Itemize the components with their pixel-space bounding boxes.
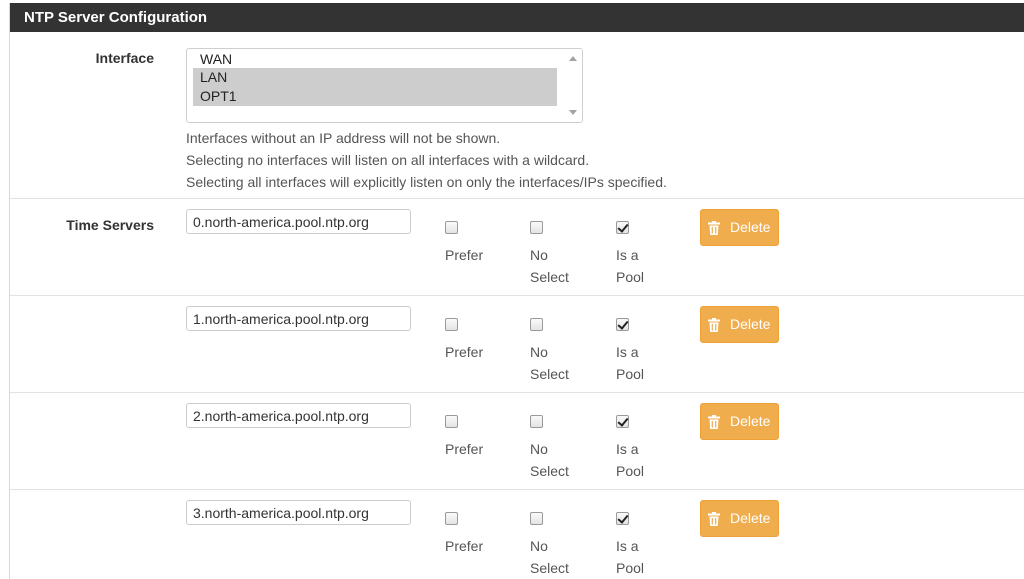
is-pool-checkbox[interactable] [616, 221, 629, 234]
is-pool-label-line2: Pool [616, 463, 645, 479]
time-server-row: Prefer No Select Is a Pool Delete [10, 393, 1024, 490]
trash-icon [708, 415, 720, 429]
prefer-checkbox[interactable] [445, 221, 458, 234]
is-pool-label-line2: Pool [616, 366, 645, 382]
is-pool-label-line1: Is a [616, 344, 639, 360]
interface-scrollbar[interactable] [565, 49, 582, 122]
noselect-checkbox[interactable] [530, 512, 543, 525]
chevron-up-icon[interactable] [569, 56, 577, 61]
prefer-label: Prefer [445, 344, 484, 360]
delete-label: Delete [730, 219, 771, 235]
chevron-down-icon[interactable] [569, 110, 577, 115]
noselect-checkbox[interactable] [530, 415, 543, 428]
delete-button[interactable]: Delete [700, 403, 779, 440]
delete-label: Delete [730, 510, 771, 526]
interface-option-opt1[interactable]: OPT1 [193, 87, 557, 106]
is-pool-checkbox[interactable] [616, 512, 629, 525]
noselect-label-line2: Select [530, 560, 569, 576]
prefer-checkbox[interactable] [445, 415, 458, 428]
interface-option-lan[interactable]: LAN [193, 68, 557, 87]
time-server-row: Time Servers Prefer No Select Is a Pool … [10, 199, 1024, 296]
noselect-checkbox[interactable] [530, 221, 543, 234]
noselect-label-line2: Select [530, 366, 569, 382]
ntp-server-panel: NTP Server Configuration Interface WAN L… [9, 3, 1024, 579]
time-server-row: Prefer No Select Is a Pool Delete [10, 296, 1024, 393]
noselect-label-line1: No [530, 247, 548, 263]
interface-help-3: Selecting all interfaces will explicitly… [186, 174, 667, 190]
time-server-input[interactable] [186, 403, 411, 428]
time-server-input[interactable] [186, 306, 411, 331]
delete-button[interactable]: Delete [700, 306, 779, 343]
prefer-label: Prefer [445, 441, 484, 457]
delete-label: Delete [730, 316, 771, 332]
noselect-label-line1: No [530, 441, 548, 457]
time-server-input[interactable] [186, 500, 411, 525]
noselect-label-line1: No [530, 344, 548, 360]
noselect-checkbox[interactable] [530, 318, 543, 331]
trash-icon [708, 512, 720, 526]
time-server-row: Prefer No Select Is a Pool Delete [10, 490, 1024, 579]
interface-help-2: Selecting no interfaces will listen on a… [186, 152, 590, 168]
prefer-checkbox[interactable] [445, 512, 458, 525]
prefer-label: Prefer [445, 247, 484, 263]
trash-icon [708, 221, 720, 235]
noselect-label-line1: No [530, 538, 548, 554]
is-pool-checkbox[interactable] [616, 415, 629, 428]
is-pool-label-line1: Is a [616, 538, 639, 554]
panel-title: NTP Server Configuration [10, 3, 1024, 32]
prefer-checkbox[interactable] [445, 318, 458, 331]
interface-row: Interface WAN LAN OPT1 Interfaces withou… [10, 32, 1024, 199]
is-pool-label-line1: Is a [616, 247, 639, 263]
prefer-label: Prefer [445, 538, 484, 554]
trash-icon [708, 318, 720, 332]
noselect-label-line2: Select [530, 269, 569, 285]
time-server-input[interactable] [186, 209, 411, 234]
is-pool-label-line2: Pool [616, 269, 645, 285]
is-pool-label-line2: Pool [616, 560, 645, 576]
is-pool-checkbox[interactable] [616, 318, 629, 331]
is-pool-label-line1: Is a [616, 441, 639, 457]
delete-button[interactable]: Delete [700, 500, 779, 537]
interface-select[interactable]: WAN LAN OPT1 [186, 48, 583, 123]
interface-option-wan[interactable]: WAN [193, 50, 557, 69]
noselect-label-line2: Select [530, 463, 569, 479]
interface-label: Interface [95, 50, 154, 66]
delete-label: Delete [730, 413, 771, 429]
time-servers-label: Time Servers [66, 217, 154, 233]
delete-button[interactable]: Delete [700, 209, 779, 246]
interface-help-1: Interfaces without an IP address will no… [186, 130, 501, 146]
